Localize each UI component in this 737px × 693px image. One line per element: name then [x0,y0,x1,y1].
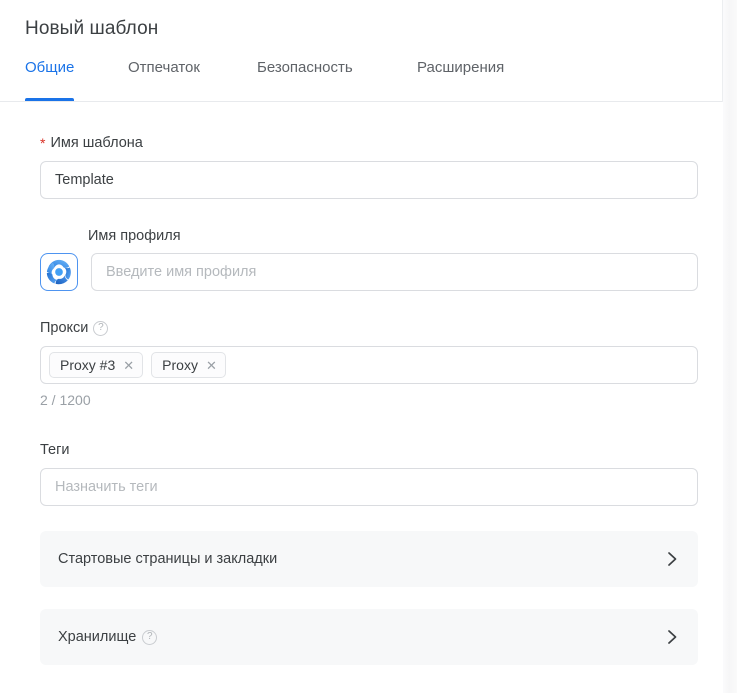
required-asterisk-icon: * [40,135,46,151]
tags-field-group: Теги Назначить теги [40,442,698,506]
tab-fingerprint[interactable]: Отпечаток [128,57,200,101]
profile-name-input[interactable]: Введите имя профиля [91,253,698,291]
tags-label-text: Теги [40,442,70,458]
template-name-label-text: Имя шаблона [50,135,143,151]
proxy-field-group: Прокси ? Proxy #3 ✕ Proxy ✕ 2 / 1200 [40,320,698,408]
tab-security[interactable]: Безопасность [257,57,353,101]
chevron-right-icon [667,628,678,646]
profile-avatar-button[interactable] [40,253,78,291]
tags-label: Теги [40,442,698,458]
storage-label: Хранилище ? [58,629,158,645]
proxy-counter: 2 / 1200 [40,392,91,408]
page-title: Новый шаблон [25,18,159,39]
scroll-edge[interactable] [723,0,737,693]
template-name-label: * Имя шаблона [40,135,698,151]
start-pages-section-row[interactable]: Стартовые страницы и закладки [40,531,698,587]
proxy-tag-input[interactable]: Proxy #3 ✕ Proxy ✕ [40,346,698,384]
storage-label-text: Хранилище [58,629,137,645]
browser-profile-logo-icon [46,259,71,285]
proxy-label: Прокси ? [40,320,698,336]
help-circle-icon[interactable]: ? [93,320,109,336]
proxy-tag-label: Proxy #3 [60,357,116,373]
tab-extensions[interactable]: Расширения [417,57,504,101]
template-name-input[interactable]: Template [40,161,698,199]
proxy-tag[interactable]: Proxy ✕ [151,352,226,378]
new-template-dialog: Новый шаблон Общие Отпечаток Безопасност… [0,0,737,693]
storage-section-row[interactable]: Хранилище ? [40,609,698,665]
profile-name-label: Имя профиля [88,228,698,244]
tab-bar: Общие Отпечаток Безопасность Расширения [0,57,723,102]
help-circle-icon[interactable]: ? [142,629,158,645]
proxy-tag[interactable]: Proxy #3 ✕ [49,352,144,378]
proxy-tag-label: Proxy [162,357,198,373]
start-pages-label: Стартовые страницы и закладки [58,551,278,567]
profile-name-label-text: Имя профиля [88,228,181,244]
chevron-right-icon [667,550,678,568]
tags-input[interactable]: Назначить теги [40,468,698,506]
remove-tag-icon[interactable]: ✕ [123,359,134,372]
profile-name-field-group: Имя профиля Введите имя профиля [40,228,698,291]
remove-tag-icon[interactable]: ✕ [206,359,217,372]
template-name-field-group: * Имя шаблона Template [40,135,698,199]
proxy-label-text: Прокси [40,320,89,336]
profile-name-row: Введите имя профиля [40,253,698,291]
tab-general[interactable]: Общие [25,57,75,101]
